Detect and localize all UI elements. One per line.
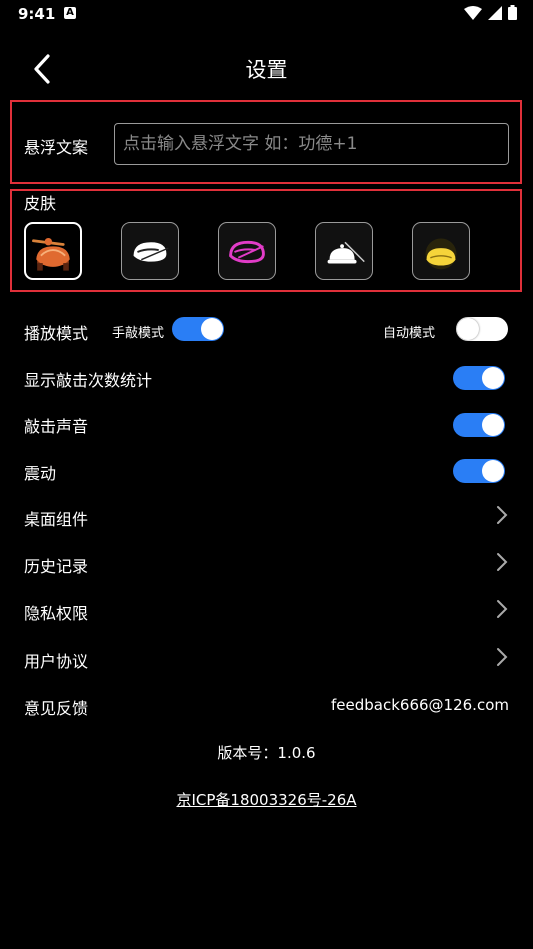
chevron-right-icon[interactable] (495, 646, 509, 668)
chevron-right-icon[interactable] (495, 598, 509, 620)
skin-option-white-fish[interactable] (121, 222, 179, 280)
chevron-right-icon[interactable] (495, 551, 509, 573)
fish-on-stand-icon (32, 237, 70, 271)
notification-badge-icon: A (64, 7, 76, 19)
page-title: 设置 (245, 58, 288, 82)
bell-with-stick-icon (327, 241, 365, 264)
manual-mode-label: 手敲模式 (112, 326, 165, 341)
battery-icon (508, 5, 517, 20)
privacy-permission-label[interactable]: 隐私权限 (24, 600, 88, 624)
auto-mode-toggle[interactable] (456, 317, 508, 341)
skin-option-neon-fish[interactable] (218, 222, 276, 280)
toggle-knob (482, 367, 504, 389)
skin-option-bell[interactable] (315, 222, 373, 280)
tap-sound-label: 敲击声音 (24, 417, 89, 436)
float-text-label: 悬浮文案 (24, 138, 89, 157)
show-tap-count-toggle[interactable] (453, 366, 505, 390)
float-text-input[interactable] (114, 123, 509, 165)
version-text: 版本号：1.0.6 (217, 744, 316, 762)
neon-pink-fish-icon (229, 240, 265, 264)
icp-link[interactable]: 京ICP备18003326号-26A (176, 791, 356, 809)
signal-icon (488, 5, 502, 20)
wifi-icon (464, 5, 482, 20)
show-tap-count-label: 显示敲击次数统计 (24, 371, 153, 390)
status-time: 9:41 (18, 5, 56, 23)
toggle-knob (482, 460, 504, 482)
tap-sound-toggle[interactable] (453, 413, 505, 437)
play-mode-label: 播放模式 (24, 324, 89, 343)
status-icons (464, 5, 517, 20)
vibration-toggle[interactable] (453, 459, 505, 483)
white-fish-icon (133, 242, 169, 262)
desktop-widget-label[interactable]: 桌面组件 (24, 506, 88, 530)
glowing-yellow-fish-icon (425, 238, 457, 270)
history-label[interactable]: 历史记录 (24, 553, 88, 577)
skin-option-fish-stand[interactable] (24, 222, 82, 280)
toggle-knob (201, 318, 223, 340)
skin-option-yellow-fish[interactable] (412, 222, 470, 280)
auto-mode-label: 自动模式 (383, 326, 436, 341)
skin-label: 皮肤 (24, 194, 57, 213)
vibration-label: 震动 (24, 464, 57, 483)
toggle-knob (457, 318, 479, 340)
toggle-knob (482, 414, 504, 436)
feedback-email[interactable]: feedback666@126.com (331, 696, 509, 714)
manual-mode-toggle[interactable] (172, 317, 224, 341)
user-agreement-label[interactable]: 用户协议 (24, 648, 88, 672)
feedback-label: 意见反馈 (24, 699, 89, 718)
chevron-right-icon[interactable] (495, 504, 509, 526)
